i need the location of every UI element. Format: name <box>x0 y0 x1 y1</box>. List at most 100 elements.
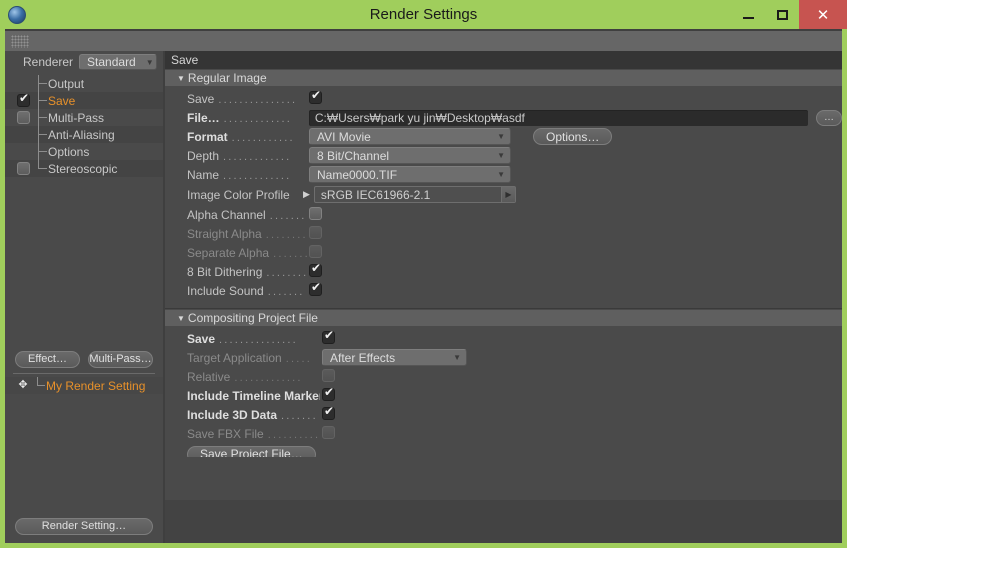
render-setting-list-item[interactable]: ✥ My Render Setting <box>5 377 163 394</box>
row-file: File…............. C:₩Users₩park yu jin₩… <box>165 108 842 127</box>
tree-branch-icon <box>38 160 48 177</box>
compositing-group: ▼ Compositing Project File Save.........… <box>165 310 842 469</box>
tree-branch-icon <box>38 109 48 126</box>
window-body: Renderer Standard ▼ Output Save <box>5 29 842 543</box>
regular-image-body: Save............... File…............. C… <box>165 86 842 304</box>
c4d-sphere-icon <box>8 5 26 24</box>
dot-leader: ........ <box>265 228 307 241</box>
renderer-label: Renderer <box>23 55 74 69</box>
tree-checkbox-multi-pass[interactable] <box>17 111 30 127</box>
color-profile-menu-button[interactable]: ▶ <box>500 187 515 202</box>
dithering-label: 8 Bit Dithering <box>187 264 263 279</box>
file-path-input[interactable]: C:₩Users₩park yu jin₩Desktop₩asdf <box>308 109 809 126</box>
row-format: Format............ AVI Movie ▼ Options… <box>165 127 842 146</box>
target-application-label: Target Application <box>187 350 282 365</box>
dot-leader: ....... <box>281 409 318 422</box>
depth-value: 8 Bit/Channel <box>317 148 390 163</box>
row-save: Save............... <box>165 89 842 108</box>
save-fbx-label: Save FBX File <box>187 426 264 441</box>
left-pane-buttons: Effect… Multi-Pass… <box>5 351 163 368</box>
color-profile-value: sRGB IEC61966-2.1 <box>320 187 431 202</box>
right-pane-empty-inner <box>165 457 842 500</box>
regular-image-group: ▼ Regular Image Save............... File… <box>165 70 842 304</box>
tree-item-save[interactable]: Save <box>5 92 163 109</box>
relative-checkbox <box>322 368 335 385</box>
color-profile-label: Image Color Profile <box>187 187 290 202</box>
timeline-marker-label: Include Timeline Marker <box>187 388 320 403</box>
render-settings-window: Render Settings ✕ Renderer Standard ▼ Ou… <box>0 0 847 548</box>
effect-button[interactable]: Effect… <box>15 351 80 368</box>
compositing-header[interactable]: ▼ Compositing Project File <box>165 310 842 326</box>
timeline-marker-checkbox[interactable] <box>322 386 335 404</box>
depth-label: Depth <box>187 148 220 163</box>
save-checkbox[interactable] <box>309 89 322 107</box>
format-value: AVI Movie <box>317 129 371 144</box>
dot-leader: ............. <box>223 112 293 125</box>
render-setting-button[interactable]: Render Setting… <box>15 518 153 535</box>
divider <box>13 373 155 374</box>
tree-item-anti-aliasing[interactable]: Anti-Aliasing <box>5 126 163 143</box>
row-include-sound: Include Sound....... <box>165 281 842 300</box>
tree-item-label: Multi-Pass <box>48 110 105 125</box>
target-application-dropdown[interactable]: After Effects ▼ <box>322 349 467 366</box>
comp-save-checkbox[interactable] <box>322 329 335 347</box>
maximize-button[interactable] <box>765 0 799 29</box>
separate-alpha-checkbox <box>309 244 322 261</box>
triangle-right-icon[interactable]: ▶ <box>303 189 310 200</box>
dot-leader: .......... <box>267 428 320 441</box>
dot-leader: ........ <box>269 209 307 222</box>
save-fbx-checkbox <box>322 425 335 442</box>
row-straight-alpha: Straight Alpha........ <box>165 224 842 243</box>
close-button[interactable]: ✕ <box>799 0 847 29</box>
multi-pass-button[interactable]: Multi-Pass… <box>88 351 153 368</box>
dot-leader: ........ <box>266 266 307 279</box>
row-separate-alpha: Separate Alpha....... <box>165 243 842 262</box>
dot-leader: ....... <box>267 285 305 298</box>
color-profile-field[interactable]: sRGB IEC61966-2.1 ▶ <box>313 186 516 203</box>
browse-file-button[interactable]: … <box>816 109 842 126</box>
renderer-value: Standard <box>87 55 136 69</box>
tree-checkbox-stereoscopic[interactable] <box>17 162 30 178</box>
chevron-down-icon: ▼ <box>497 132 505 141</box>
comp-save-label: Save <box>187 331 216 346</box>
pane-title: Save <box>165 51 842 69</box>
tree-checkbox-save[interactable] <box>17 92 30 110</box>
dot-leader: ..... <box>285 352 313 365</box>
name-dropdown[interactable]: Name0000.TIF ▼ <box>309 166 511 183</box>
minimize-button[interactable] <box>731 0 765 29</box>
tree-item-stereoscopic[interactable]: Stereoscopic <box>5 160 163 177</box>
title-bar[interactable]: Render Settings ✕ <box>0 0 847 29</box>
triangle-down-icon: ▼ <box>177 73 185 83</box>
include-3d-checkbox[interactable] <box>322 405 335 423</box>
name-label: Name <box>187 167 220 182</box>
alpha-channel-checkbox[interactable] <box>309 206 322 223</box>
chevron-down-icon: ▼ <box>497 151 505 160</box>
row-comp-save: Save............... <box>165 329 842 348</box>
straight-alpha-label: Straight Alpha <box>187 226 262 241</box>
relative-label: Relative <box>187 369 231 384</box>
separate-alpha-label: Separate Alpha <box>187 245 270 260</box>
tree-item-label: Anti-Aliasing <box>48 127 115 142</box>
row-save-fbx: Save FBX File.......... <box>165 424 842 443</box>
drag-handle-icon[interactable] <box>11 35 29 48</box>
include-sound-checkbox[interactable] <box>309 281 322 299</box>
regular-image-header[interactable]: ▼ Regular Image <box>165 70 842 86</box>
row-timeline-marker: Include Timeline Marker <box>165 386 842 405</box>
tree-item-options[interactable]: Options <box>5 143 163 160</box>
format-dropdown[interactable]: AVI Movie ▼ <box>309 128 511 145</box>
row-dithering: 8 Bit Dithering........ <box>165 262 842 281</box>
tree-item-output[interactable]: Output <box>5 75 163 92</box>
depth-dropdown[interactable]: 8 Bit/Channel ▼ <box>309 147 511 164</box>
renderer-dropdown[interactable]: Standard ▼ <box>79 54 158 70</box>
alpha-channel-label: Alpha Channel <box>187 207 266 222</box>
row-color-profile: Image Color Profile ▶ sRGB IEC61966-2.1 … <box>165 184 842 205</box>
dot-leader: ............... <box>218 93 298 106</box>
row-name: Name............. Name0000.TIF ▼ <box>165 165 842 184</box>
window-title: Render Settings <box>369 6 478 23</box>
format-options-button[interactable]: Options… <box>533 128 613 145</box>
left-pane: Renderer Standard ▼ Output Save <box>5 51 163 543</box>
row-include-3d: Include 3D Data....... <box>165 405 842 424</box>
dithering-checkbox[interactable] <box>309 262 322 280</box>
tree-item-multi-pass[interactable]: Multi-Pass <box>5 109 163 126</box>
compositing-header-label: Compositing Project File <box>187 311 318 325</box>
